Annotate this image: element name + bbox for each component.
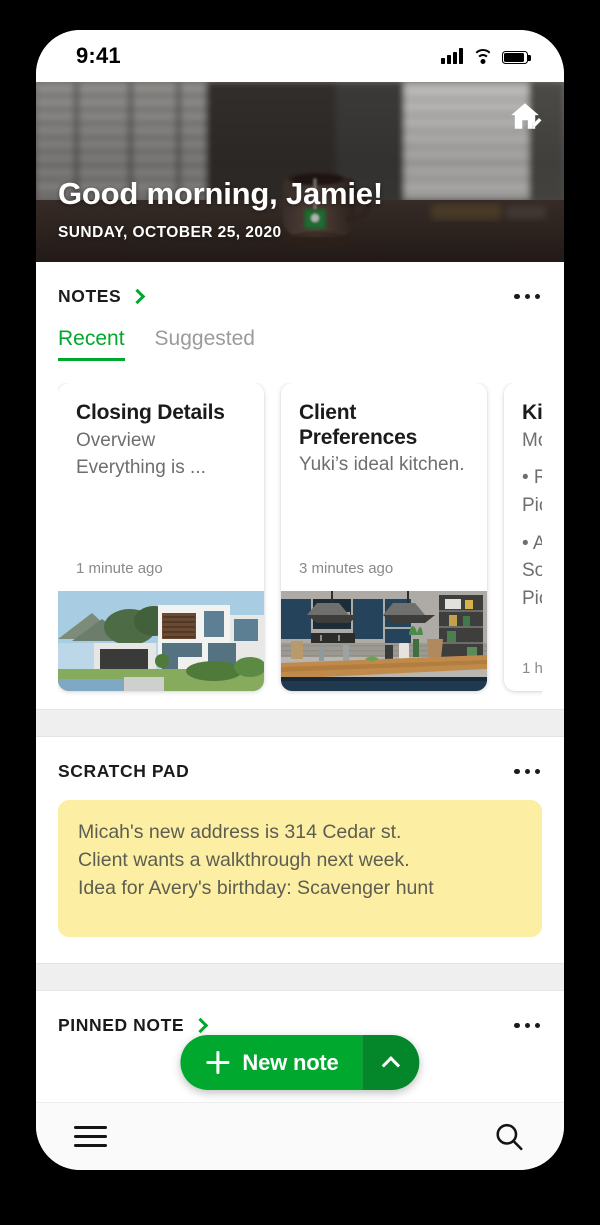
note-card-closing-details[interactable]: Closing Details Overview Everything is .… xyxy=(58,383,264,691)
hero-text-block: Good morning, Jamie! SUNDAY, OCTOBER 25,… xyxy=(58,176,383,242)
scratch-pad-title-group: SCRATCH PAD xyxy=(58,761,189,782)
header-hero: Good morning, Jamie! SUNDAY, OCTOBER 25,… xyxy=(36,82,564,262)
notes-title: NOTES xyxy=(58,286,122,306)
scratch-pad-title: SCRATCH PAD xyxy=(58,761,190,781)
wifi-icon xyxy=(472,48,493,64)
scratch-pad-more-options-icon[interactable] xyxy=(512,764,542,779)
note-card-thumbnail-house xyxy=(58,591,264,691)
new-note-button[interactable]: New note xyxy=(180,1035,363,1090)
status-time: 9:41 xyxy=(76,43,121,68)
pinned-note-header: PINNED NOTE xyxy=(58,991,542,1036)
scratch-pad-line-3: Idea for Avery's birthday: Scavenger hun… xyxy=(78,876,434,899)
note-card-thumbnail-kitchen xyxy=(281,591,487,691)
status-bar: 9:41 xyxy=(36,30,564,82)
note-card-subtitle: Overview xyxy=(76,429,156,451)
status-icons xyxy=(441,48,531,64)
note-card-bullet-2: • Aver xyxy=(522,532,542,554)
note-card-title: Client Preferences xyxy=(299,401,418,449)
note-card-preview: Everything is ... xyxy=(76,457,206,479)
scratch-pad-line-1: Micah's new address is 314 Cedar st. xyxy=(78,821,402,843)
new-note-label: New note xyxy=(242,1049,339,1075)
chevron-up-icon xyxy=(381,1056,401,1075)
greeting-title: Good morning, Jamie! xyxy=(58,176,383,211)
note-card-body: Kids’ Mond • Ray – Picku • Aver Softba P… xyxy=(504,383,542,691)
scratch-pad-section: SCRATCH PAD Micah's new address is 314 C… xyxy=(36,737,564,937)
note-card-client-preferences[interactable]: Client Preferences Yuki’s ideal kitchen.… xyxy=(281,383,487,691)
section-divider-1 xyxy=(36,709,564,737)
chevron-right-icon[interactable] xyxy=(192,1017,209,1033)
pinned-note-title-group[interactable]: PINNED NOTE xyxy=(58,1014,209,1036)
note-card-bullet-2-cont2: Picku xyxy=(522,588,542,609)
note-card-subtitle: Yuki’s ideal kitchen. xyxy=(299,454,465,476)
note-card-timestamp: 3 minutes ago xyxy=(299,560,394,577)
notes-title-group[interactable]: NOTES xyxy=(58,286,146,307)
tab-suggested[interactable]: Suggested xyxy=(155,327,255,361)
notes-tabs: Recent Suggested xyxy=(58,327,542,361)
note-card-timestamp: 1 hour xyxy=(522,660,542,677)
notes-section-header: NOTES xyxy=(58,262,542,307)
home-edit-icon[interactable] xyxy=(508,100,542,134)
notes-section: NOTES Recent Suggested Closing Details O… xyxy=(36,262,564,709)
note-card-title: Closing Details xyxy=(76,401,225,424)
new-note-expand-button[interactable] xyxy=(362,1035,420,1090)
note-card-subtitle: Mond xyxy=(522,429,542,451)
section-divider-2 xyxy=(36,962,564,991)
notes-card-carousel[interactable]: Closing Details Overview Everything is .… xyxy=(58,383,542,709)
note-card-body: Closing Details Overview Everything is .… xyxy=(58,383,264,591)
search-icon[interactable] xyxy=(492,1120,526,1154)
plus-icon xyxy=(206,1051,230,1074)
cellular-signal-icon xyxy=(441,48,463,64)
current-date: SUNDAY, OCTOBER 25, 2020 xyxy=(58,224,282,241)
scratch-pad-note[interactable]: Micah's new address is 314 Cedar st. Cli… xyxy=(58,800,542,937)
bottom-navigation-bar xyxy=(36,1102,564,1170)
chevron-right-icon[interactable] xyxy=(130,288,146,305)
battery-full-icon xyxy=(502,50,531,64)
note-card-kids-schedule[interactable]: Kids’ Mond • Ray – Picku • Aver Softba P… xyxy=(504,383,542,691)
note-card-body: Client Preferences Yuki’s ideal kitchen.… xyxy=(281,383,487,591)
note-card-bullet-1: • Ray – xyxy=(522,467,542,489)
note-card-bullet-2-cont: Softba xyxy=(522,560,542,582)
tab-recent[interactable]: Recent xyxy=(58,327,125,361)
scratch-pad-line-2: Client wants a walkthrough next week. xyxy=(78,848,410,871)
pinned-note-title: PINNED NOTE xyxy=(58,1014,185,1035)
note-card-timestamp: 1 minute ago xyxy=(76,560,163,577)
hamburger-menu-icon[interactable] xyxy=(74,1120,107,1154)
screenshot-root: 9:41 Good morning, Jamie! SUNDAY, OCTOBE… xyxy=(0,0,600,1225)
note-card-bullet-1-cont: Picku xyxy=(522,494,542,516)
note-card-title: Kids’ xyxy=(522,401,542,424)
scratch-pad-header: SCRATCH PAD xyxy=(58,737,542,782)
new-note-fab[interactable]: New note xyxy=(180,1035,420,1090)
pinned-note-more-options-icon[interactable] xyxy=(512,1018,542,1033)
notes-more-options-icon[interactable] xyxy=(512,289,542,304)
phone-screen: 9:41 Good morning, Jamie! SUNDAY, OCTOBE… xyxy=(36,30,564,1170)
